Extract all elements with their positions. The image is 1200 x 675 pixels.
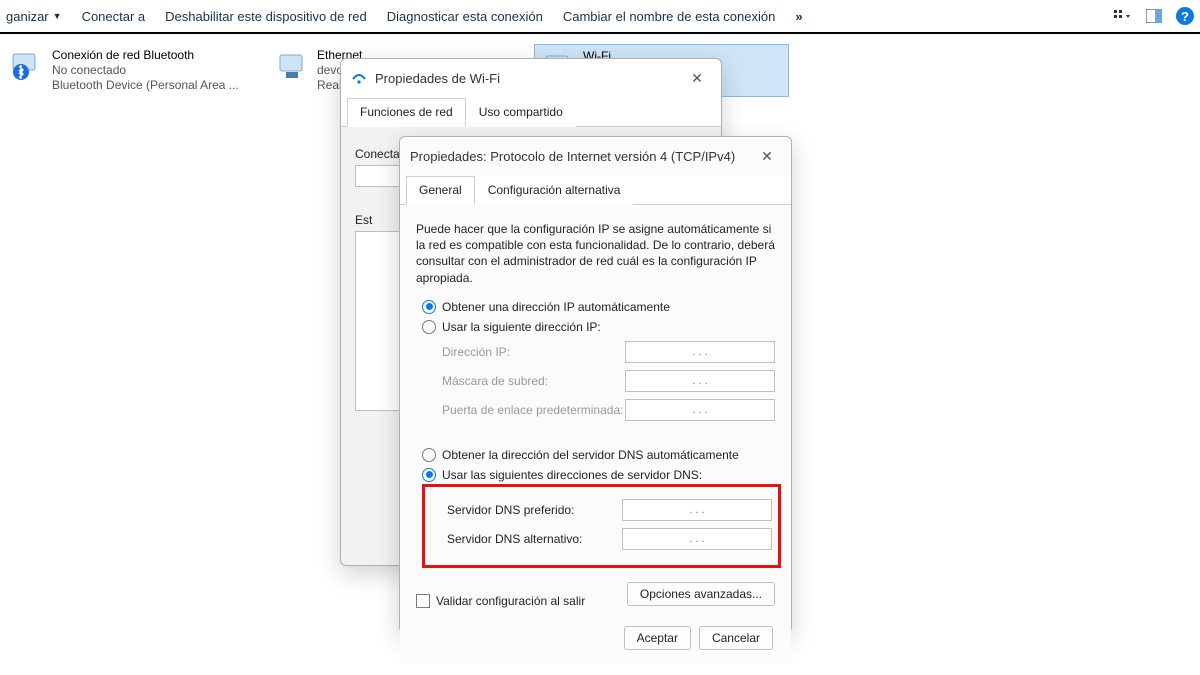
- tab-sharing[interactable]: Uso compartido: [466, 98, 576, 127]
- adapter-status: No conectado: [52, 63, 239, 78]
- field-ip-address: Dirección IP: . . .: [442, 341, 775, 363]
- advanced-button[interactable]: Opciones avanzadas...: [627, 582, 775, 606]
- dns-alternate-input[interactable]: . . .: [622, 528, 772, 550]
- tab-network-functions[interactable]: Funciones de red: [347, 98, 466, 127]
- cmd-rename[interactable]: Cambiar el nombre de esta conexión: [563, 9, 775, 24]
- cmd-organize-label: ganizar: [6, 9, 49, 24]
- ip-input: . . .: [625, 341, 775, 363]
- preview-pane-icon[interactable]: [1146, 9, 1162, 23]
- dropdown-icon: ▼: [53, 11, 62, 21]
- dns-preferred-input[interactable]: . . .: [622, 499, 772, 521]
- wifi-title-icon: [351, 70, 367, 86]
- adapter-bluetooth[interactable]: Conexión de red Bluetooth No conectado B…: [4, 44, 259, 97]
- radio-dns-manual[interactable]: Usar las siguientes direcciones de servi…: [422, 468, 775, 482]
- radio-icon: [422, 448, 436, 462]
- close-button[interactable]: ✕: [749, 143, 785, 169]
- cmd-disable[interactable]: Deshabilitar este dispositivo de red: [165, 9, 367, 24]
- radio-dns-auto[interactable]: Obtener la dirección del servidor DNS au…: [422, 448, 775, 462]
- field-dns-alternate: Servidor DNS alternativo: . . .: [447, 528, 772, 550]
- titlebar[interactable]: Propiedades de Wi-Fi ✕: [341, 59, 721, 97]
- ok-button[interactable]: Aceptar: [624, 626, 691, 650]
- field-label: Servidor DNS preferido:: [447, 503, 622, 517]
- field-gateway: Puerta de enlace predeterminada: . . .: [442, 399, 775, 421]
- window-title: Propiedades: Protocolo de Internet versi…: [410, 149, 735, 164]
- cmd-connect[interactable]: Conectar a: [82, 9, 146, 24]
- cmdbar-right: ?: [1114, 7, 1194, 25]
- ip-input: . . .: [625, 399, 775, 421]
- cancel-button[interactable]: Cancelar: [699, 626, 773, 650]
- checkbox-label: Validar configuración al salir: [436, 594, 585, 608]
- field-dns-preferred: Servidor DNS preferido: . . .: [447, 499, 772, 521]
- radio-icon: [422, 320, 436, 334]
- ipv4-properties-window: Propiedades: Protocolo de Internet versi…: [399, 136, 792, 633]
- ethernet-icon: [275, 48, 311, 82]
- tab-alt[interactable]: Configuración alternativa: [475, 176, 634, 205]
- cmd-overflow[interactable]: »: [795, 9, 802, 24]
- window-title: Propiedades de Wi-Fi: [375, 71, 500, 86]
- radio-label: Obtener una dirección IP automáticamente: [442, 300, 670, 314]
- cmd-organize[interactable]: ganizar ▼: [6, 9, 62, 24]
- info-text: Puede hacer que la configuración IP se a…: [416, 221, 775, 286]
- radio-icon: [422, 300, 436, 314]
- dns-fields-highlight: Servidor DNS preferido: . . . Servidor D…: [422, 484, 781, 568]
- field-label: Puerta de enlace predeterminada:: [442, 403, 625, 417]
- help-icon[interactable]: ?: [1176, 7, 1194, 25]
- adapter-title: Conexión de red Bluetooth: [52, 48, 239, 63]
- field-label: Máscara de subred:: [442, 374, 625, 388]
- radio-ip-auto[interactable]: Obtener una dirección IP automáticamente: [422, 300, 775, 314]
- view-options-icon[interactable]: [1114, 9, 1132, 23]
- adapter-device: Bluetooth Device (Personal Area ...: [52, 78, 239, 93]
- checkbox-validate[interactable]: Validar configuración al salir: [416, 594, 585, 608]
- tab-strip: General Configuración alternativa: [400, 175, 791, 205]
- command-bar: ganizar ▼ Conectar a Deshabilitar este d…: [0, 0, 1200, 34]
- tab-strip: Funciones de red Uso compartido: [341, 97, 721, 127]
- bluetooth-icon: [10, 48, 46, 82]
- field-label: Dirección IP:: [442, 345, 625, 359]
- titlebar[interactable]: Propiedades: Protocolo de Internet versi…: [400, 137, 791, 175]
- tab-general[interactable]: General: [406, 176, 475, 205]
- radio-label: Usar la siguiente dirección IP:: [442, 320, 601, 334]
- cmd-diagnose[interactable]: Diagnosticar esta conexión: [387, 9, 543, 24]
- close-button[interactable]: ✕: [679, 65, 715, 91]
- radio-label: Obtener la dirección del servidor DNS au…: [442, 448, 739, 462]
- radio-label: Usar las siguientes direcciones de servi…: [442, 468, 702, 482]
- radio-ip-manual[interactable]: Usar la siguiente dirección IP:: [422, 320, 775, 334]
- field-label: Servidor DNS alternativo:: [447, 532, 622, 546]
- field-subnet-mask: Máscara de subred: . . .: [442, 370, 775, 392]
- checkbox-icon: [416, 594, 430, 608]
- radio-icon: [422, 468, 436, 482]
- ip-input: . . .: [625, 370, 775, 392]
